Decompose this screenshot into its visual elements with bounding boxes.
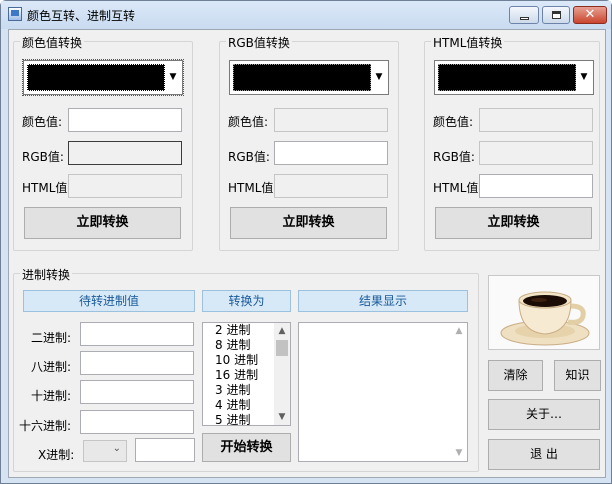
field-label: RGB值: (433, 150, 475, 164)
target-header: 转换为 (202, 290, 291, 312)
binary-label: 二进制: (31, 331, 72, 345)
octal-label: 八进制: (31, 360, 72, 374)
minimize-button[interactable] (509, 6, 539, 24)
color-swatch (27, 64, 165, 91)
list-item[interactable]: 8 进制 (215, 338, 250, 353)
list-item[interactable]: 10 进制 (215, 353, 258, 368)
base-convert-group: 进制转换 待转进制值 转换为 结果显示 二进制: 八进制: 十进制: 十六进制:… (13, 266, 479, 472)
html-value-input[interactable] (479, 174, 593, 198)
close-icon: ✕ (584, 7, 596, 22)
maximize-icon (552, 11, 561, 19)
color-value-field[interactable] (274, 108, 388, 132)
rgb-value-field[interactable] (479, 141, 593, 165)
field-label: 颜色值: (433, 115, 474, 129)
maximize-button[interactable] (542, 6, 570, 24)
exit-button[interactable]: 退 出 (488, 439, 600, 470)
group-title: 颜色值转换 (20, 34, 85, 51)
client-area: 颜色值转换 ▼ 颜色值: RGB值: HTML值: 立即转换 RGB值转换 ▼ … (8, 29, 606, 478)
scroll-up-icon[interactable]: ▲ (274, 323, 290, 339)
target-base-list[interactable]: 2 进制 8 进制 10 进制 16 进制 3 进制 4 进制 5 进制 ▲ ▼ (202, 322, 291, 426)
color-value-field[interactable] (479, 108, 593, 132)
html-value-field[interactable] (68, 174, 182, 198)
list-item[interactable]: 2 进制 (215, 323, 250, 338)
knowledge-button[interactable]: 知识 (554, 360, 601, 391)
color-picker-combo[interactable]: ▼ (434, 60, 594, 95)
window-title: 颜色互转、进制互转 (27, 9, 136, 23)
custom-base-select[interactable]: ⌄ (83, 440, 127, 462)
color-value-group: 颜色值转换 ▼ 颜色值: RGB值: HTML值: 立即转换 (13, 34, 193, 251)
list-item[interactable]: 5 进制 (215, 413, 250, 425)
title-bar[interactable]: 颜色互转、进制互转 ✕ (1, 1, 611, 29)
coffee-cup-image (488, 275, 600, 350)
field-label: 颜色值: (228, 115, 269, 129)
scrollbar[interactable]: ▲ ▼ (274, 323, 290, 425)
about-button[interactable]: 关于… (488, 399, 600, 430)
field-label: HTML值: (22, 181, 72, 195)
list-item[interactable]: 16 进制 (215, 368, 258, 383)
coffee-cup-icon (500, 291, 590, 346)
rgb-value-group: RGB值转换 ▼ 颜色值: RGB值: HTML值: 立即转换 (219, 34, 399, 251)
html-value-group: HTML值转换 ▼ 颜色值: RGB值: HTML值: 立即转换 (424, 34, 600, 251)
app-icon (8, 7, 22, 21)
convert-button[interactable]: 立即转换 (230, 207, 387, 239)
group-title: 进制转换 (20, 266, 73, 283)
chevron-down-icon[interactable]: ▼ (576, 62, 592, 93)
rgb-value-input[interactable] (274, 141, 388, 165)
chevron-down-icon: ⌄ (112, 443, 121, 454)
field-label: HTML值: (228, 181, 278, 195)
field-label: HTML值: (433, 181, 483, 195)
convert-button[interactable]: 立即转换 (24, 207, 181, 239)
group-title: HTML值转换 (431, 34, 505, 51)
result-header: 结果显示 (298, 290, 468, 312)
list-item[interactable]: 4 进制 (215, 398, 250, 413)
custom-base-input[interactable] (135, 438, 195, 462)
scrollbar[interactable]: ▲ ▼ (451, 323, 467, 461)
octal-input[interactable] (80, 351, 194, 375)
field-label: RGB值: (228, 150, 270, 164)
color-picker-combo[interactable]: ▼ (229, 60, 389, 95)
group-title: RGB值转换 (226, 34, 292, 51)
scroll-down-icon[interactable]: ▼ (274, 409, 290, 425)
color-swatch (438, 64, 576, 91)
chevron-down-icon[interactable]: ▼ (371, 62, 387, 93)
rgb-value-field[interactable] (68, 141, 182, 165)
field-label: 颜色值: (22, 115, 63, 129)
scroll-down-icon[interactable]: ▼ (451, 445, 467, 461)
start-convert-button[interactable]: 开始转换 (202, 433, 291, 462)
convert-button[interactable]: 立即转换 (435, 207, 592, 239)
binary-input[interactable] (80, 322, 194, 346)
color-swatch (233, 64, 371, 91)
hex-label: 十六进制: (19, 419, 72, 433)
input-header: 待转进制值 (23, 290, 195, 312)
field-label: RGB值: (22, 150, 64, 164)
decimal-label: 十进制: (31, 389, 72, 403)
html-value-field[interactable] (274, 174, 388, 198)
close-button[interactable]: ✕ (573, 6, 607, 24)
main-window: 颜色互转、进制互转 ✕ 颜色值转换 ▼ 颜色值: RGB值: HTML值: 立即… (0, 0, 612, 484)
color-value-input[interactable] (68, 108, 182, 132)
scroll-thumb[interactable] (276, 340, 288, 356)
list-item[interactable]: 3 进制 (215, 383, 250, 398)
decimal-input[interactable] (80, 380, 194, 404)
clear-button[interactable]: 清除 (488, 360, 543, 391)
color-picker-combo[interactable]: ▼ (22, 59, 184, 96)
result-textarea[interactable]: ▲ ▼ (298, 322, 468, 462)
chevron-down-icon[interactable]: ▼ (165, 62, 181, 93)
custom-base-label: X进制: (38, 448, 75, 462)
hex-input[interactable] (80, 410, 194, 434)
scroll-up-icon[interactable]: ▲ (451, 323, 467, 339)
minimize-icon (520, 17, 529, 20)
